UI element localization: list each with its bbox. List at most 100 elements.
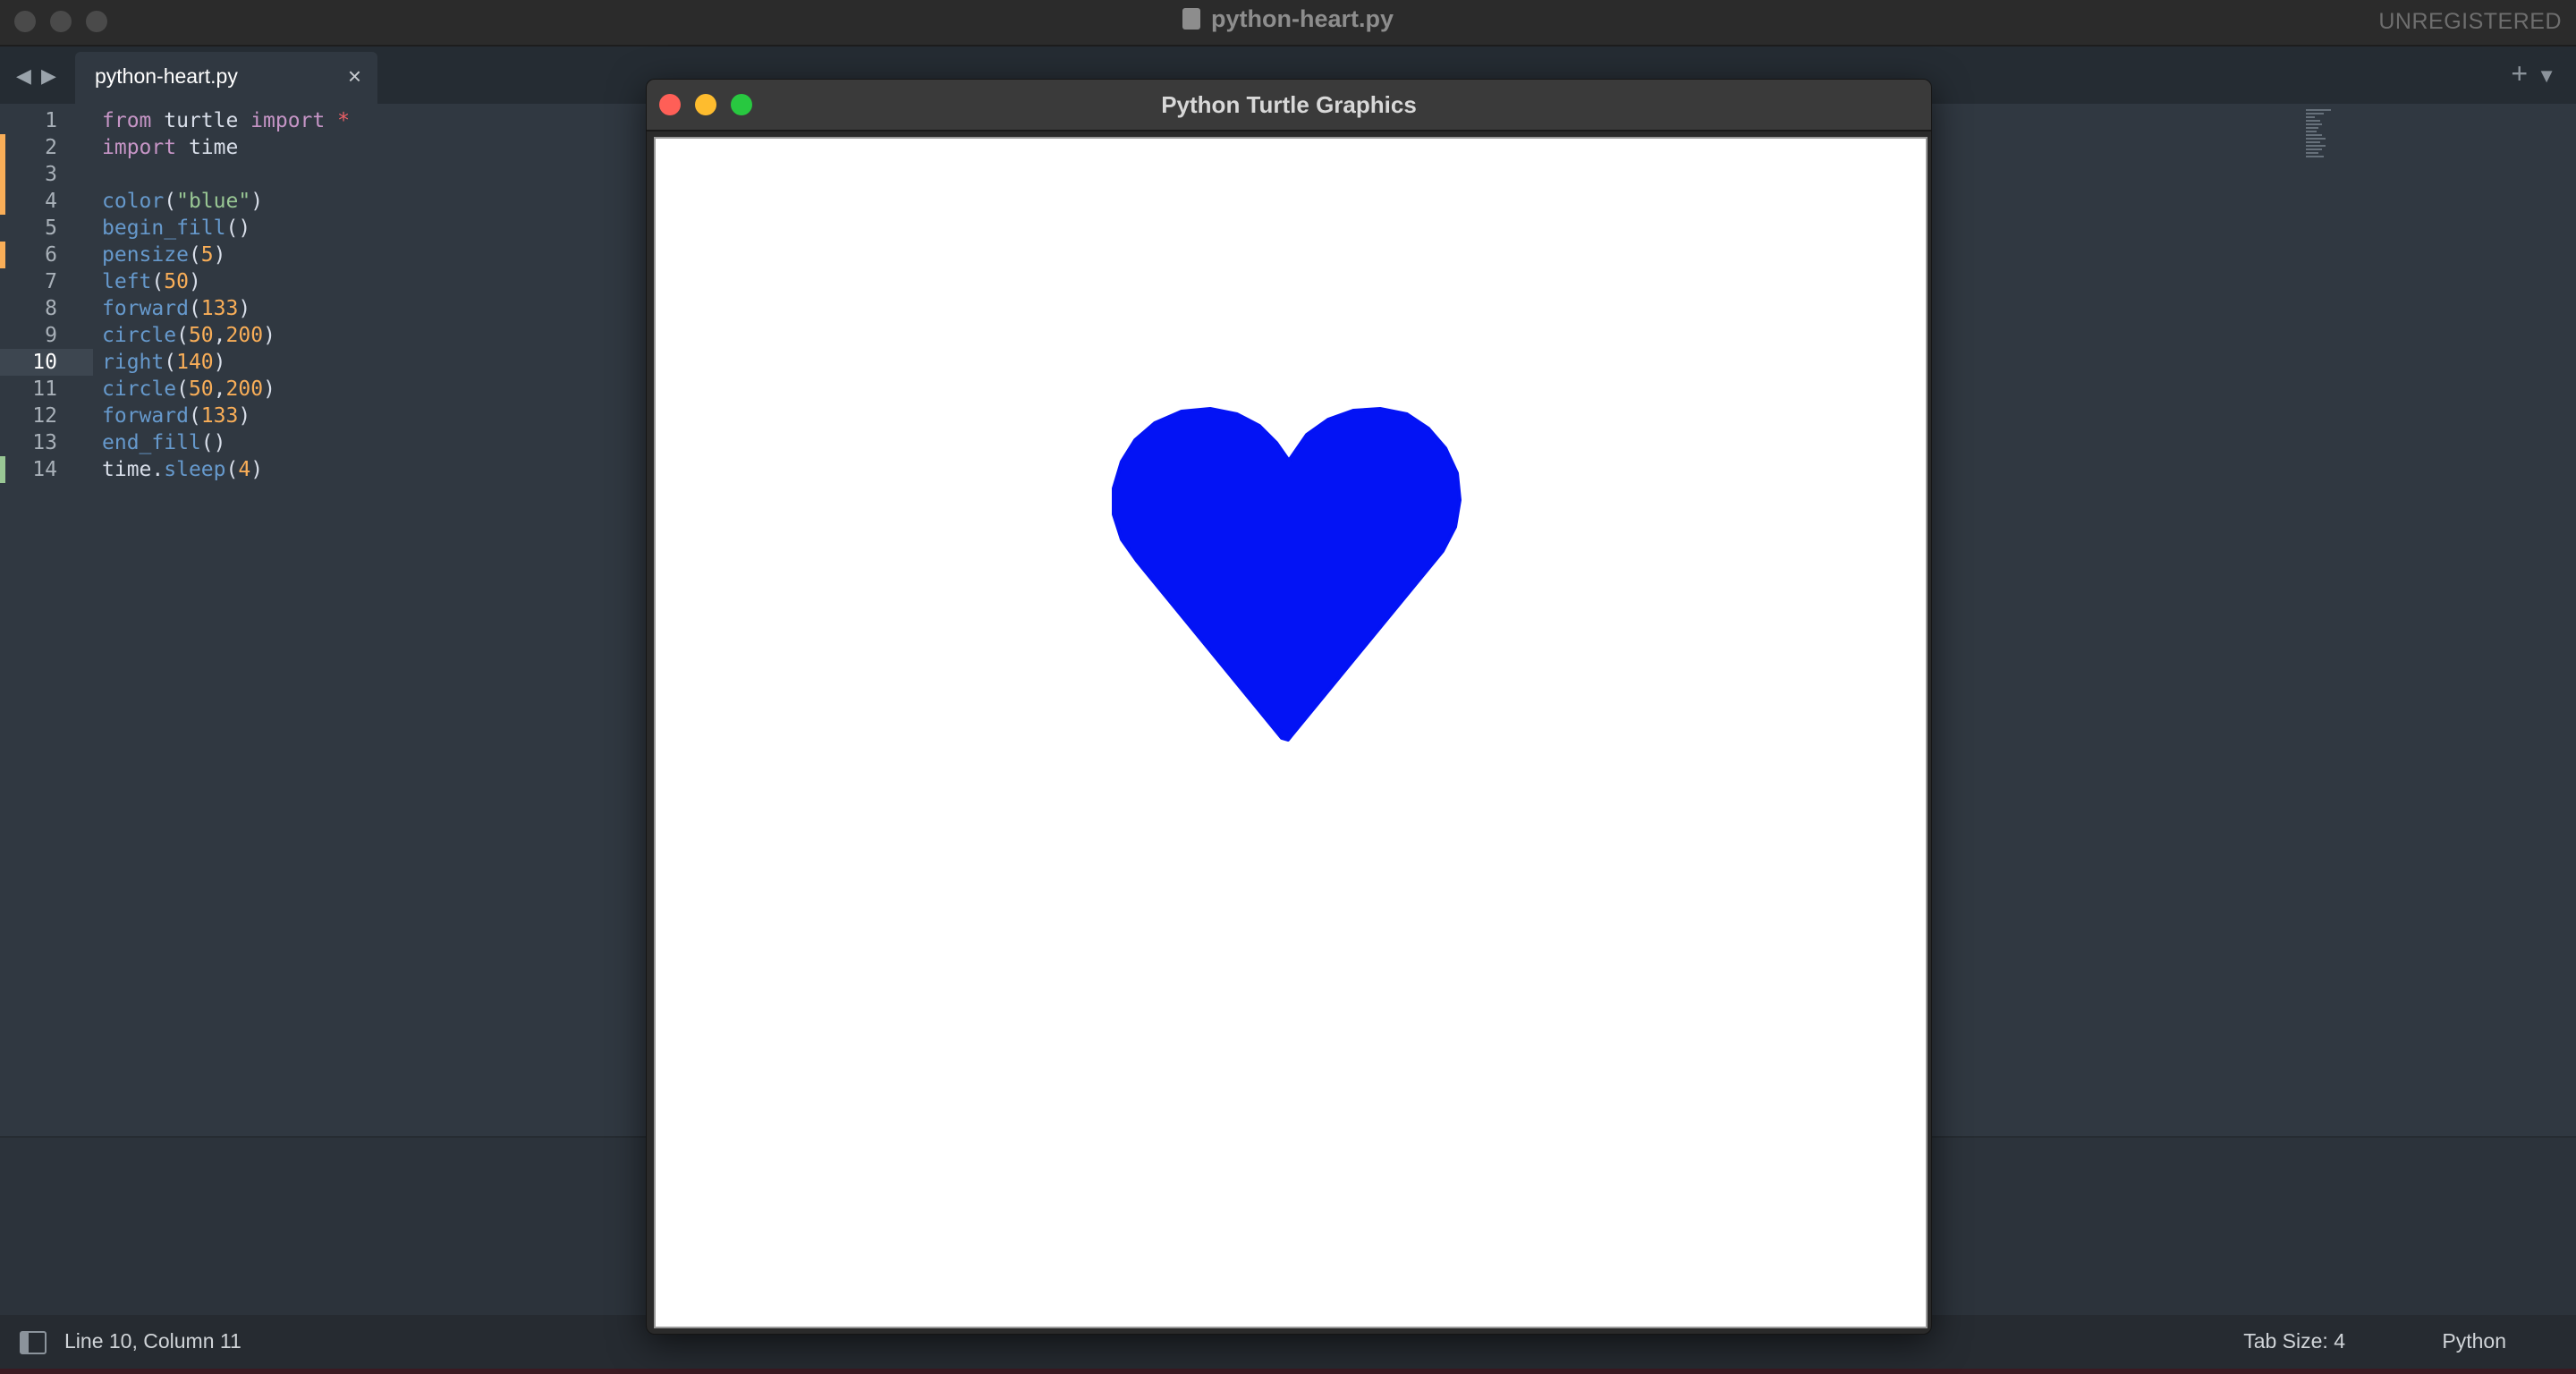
code-token: time [176, 136, 239, 159]
modified-line-marker [0, 242, 5, 268]
code-token: 50 [188, 377, 214, 401]
code-line[interactable]: from turtle import * [102, 107, 350, 134]
code-line[interactable]: circle(50,200) [102, 322, 275, 349]
code-line[interactable]: left(50) [102, 268, 201, 295]
line-number-text: 3 [45, 163, 57, 186]
code-token: () [200, 431, 226, 454]
code-line[interactable]: end_fill() [102, 429, 225, 456]
code-token: ( [176, 324, 189, 347]
code-token: . [151, 458, 165, 481]
code-token: ) [263, 377, 275, 401]
code-line[interactable]: time.sleep(4) [102, 456, 263, 483]
code-token: * [337, 109, 350, 132]
code-token: import [250, 109, 326, 132]
modified-line-marker [0, 188, 5, 215]
code-token: right [102, 351, 165, 374]
line-number: 3 [0, 161, 93, 188]
code-line[interactable]: color("blue") [102, 188, 263, 215]
code-token: ) [188, 270, 201, 293]
line-number: 14 [0, 456, 93, 483]
line-number-text: 5 [45, 216, 57, 240]
code-token: pensize [102, 243, 189, 267]
code-token: ( [151, 270, 165, 293]
code-token: ) [213, 351, 226, 374]
sidebar-toggle-icon[interactable] [20, 1331, 47, 1354]
line-number-text: 4 [45, 190, 57, 213]
line-number: 13 [0, 429, 93, 456]
code-token: time [102, 458, 152, 481]
code-token: import [102, 136, 177, 159]
line-number-text: 14 [32, 458, 57, 481]
line-number-text: 6 [45, 243, 57, 267]
line-number-text: 10 [32, 351, 57, 374]
line-number: 8 [0, 295, 93, 322]
back-arrow-icon[interactable]: ◀ [16, 64, 31, 88]
code-token: 5 [200, 243, 214, 267]
code-token: 133 [200, 404, 239, 428]
code-token: ) [263, 324, 275, 347]
code-token: left [102, 270, 152, 293]
line-number-text: 7 [45, 270, 57, 293]
turtle-canvas [654, 137, 1928, 1328]
code-token: 4 [238, 458, 251, 481]
line-number-text: 13 [32, 431, 57, 454]
syntax-selector[interactable]: Python [2442, 1329, 2506, 1353]
line-number: 4 [0, 188, 93, 215]
code-line[interactable]: import time [102, 134, 238, 161]
code-token: ) [213, 243, 226, 267]
tab-menu-icon[interactable]: ▼ [2537, 64, 2556, 88]
code-line[interactable]: begin_fill() [102, 215, 250, 242]
turtle-title-bar[interactable]: Python Turtle Graphics [647, 80, 1931, 131]
turtle-window-title: Python Turtle Graphics [1161, 91, 1417, 118]
code-token: , [213, 324, 226, 347]
line-number-text: 9 [45, 324, 57, 347]
code-token: 50 [164, 270, 189, 293]
code-line[interactable]: circle(50,200) [102, 376, 275, 403]
code-token: ) [238, 404, 251, 428]
line-number: 7 [0, 268, 93, 295]
line-number: 12 [0, 403, 93, 429]
desktop-strip [0, 1369, 2576, 1374]
code-token: ( [188, 243, 201, 267]
cursor-position[interactable]: Line 10, Column 11 [64, 1329, 242, 1353]
window-title: python-heart.py [0, 5, 2576, 33]
code-token: 50 [188, 324, 214, 347]
line-number: 5 [0, 215, 93, 242]
code-line[interactable]: forward(133) [102, 403, 250, 429]
line-number: 1 [0, 107, 93, 134]
line-number-text: 8 [45, 297, 57, 320]
python-file-icon [1182, 8, 1200, 30]
code-token: ( [176, 377, 189, 401]
code-line[interactable]: pensize(5) [102, 242, 226, 268]
code-line[interactable]: forward(133) [102, 295, 250, 322]
minimap[interactable] [2306, 109, 2333, 163]
tab-size-selector[interactable]: Tab Size: 4 [2243, 1329, 2345, 1353]
line-number-text: 12 [32, 404, 57, 428]
code-token: circle [102, 377, 177, 401]
editor-title-bar: python-heart.py UNREGISTERED [0, 0, 2576, 47]
heart-shape [1112, 407, 1462, 742]
code-token: () [225, 216, 251, 240]
code-token: end_fill [102, 431, 201, 454]
line-number: 11 [0, 376, 93, 403]
code-token: turtle [151, 109, 251, 132]
line-number-text: 2 [45, 136, 57, 159]
tab-python-heart[interactable]: python-heart.py × [75, 52, 377, 104]
code-line[interactable]: right(140) [102, 349, 226, 376]
line-number: 9 [0, 322, 93, 349]
code-token: ( [188, 404, 201, 428]
new-tab-icon[interactable]: + [2511, 57, 2528, 90]
code-token: forward [102, 297, 189, 320]
close-tab-icon[interactable]: × [348, 63, 361, 90]
code-token: 200 [225, 377, 264, 401]
unregistered-label: UNREGISTERED [2378, 9, 2562, 34]
line-number-gutter: 1 2 3 4 5 6 7 8 9 10 11 12 13 14 [0, 104, 93, 1136]
code-token: "blue" [176, 190, 251, 213]
code-token: ) [250, 458, 264, 481]
line-number-text: 1 [45, 109, 57, 132]
line-number: 10 [0, 349, 93, 376]
line-number: 6 [0, 242, 93, 268]
modified-line-marker [0, 134, 5, 161]
forward-arrow-icon[interactable]: ▶ [41, 64, 56, 88]
